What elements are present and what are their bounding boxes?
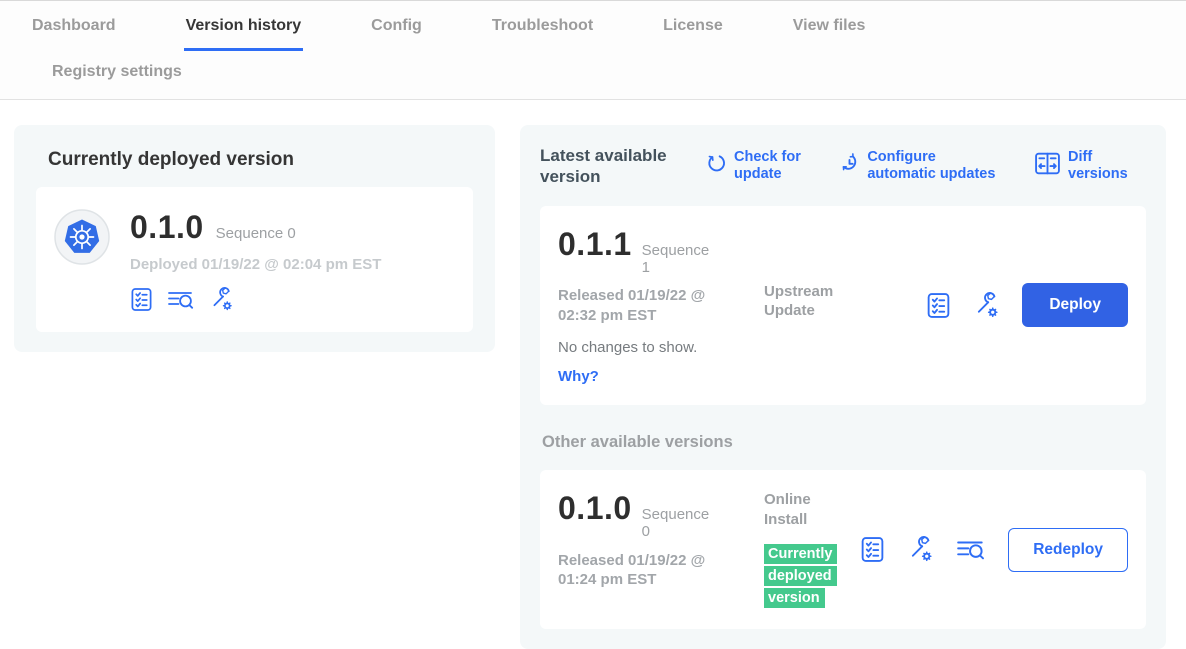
- latest-version-controls: Deploy: [926, 283, 1128, 327]
- available-versions-panel: Latest available version Check for updat…: [520, 125, 1166, 649]
- latest-version-source: Upstream Update: [764, 226, 856, 321]
- checklist-icon[interactable]: [860, 536, 885, 563]
- auto-update-icon: [839, 153, 860, 179]
- checklist-icon[interactable]: [926, 292, 951, 319]
- tab-dashboard[interactable]: Dashboard: [30, 15, 118, 51]
- diff-icon: [1034, 151, 1061, 181]
- latest-released-timestamp: Released 01/19/22 @ 02:32 pm EST: [558, 286, 730, 325]
- currently-deployed-info: 0.1.0 Sequence 0 Deployed 01/19/22 @ 02:…: [130, 209, 381, 312]
- kubernetes-logo-icon: [54, 209, 110, 265]
- no-changes-text: No changes to show.: [558, 339, 758, 356]
- tab-registry-settings[interactable]: Registry settings: [52, 63, 182, 80]
- version-actions: Check for update Configure automatic upd…: [706, 149, 1146, 184]
- latest-version-number: 0.1.1: [558, 226, 632, 263]
- latest-sequence-label: Sequence 1: [642, 242, 712, 277]
- nav-row-1: Dashboard Version history Config Trouble…: [0, 15, 1186, 51]
- tab-troubleshoot[interactable]: Troubleshoot: [490, 15, 595, 51]
- latest-version-info: 0.1.1 Sequence 1 Released 01/19/22 @ 02:…: [558, 226, 758, 386]
- deployed-version-number: 0.1.0: [130, 209, 204, 246]
- wrench-gear-icon[interactable]: [209, 287, 234, 312]
- currently-deployed-badge: Currently deployed version: [764, 544, 837, 608]
- diff-versions-label: Diff versions: [1068, 149, 1144, 184]
- refresh-icon: [706, 153, 727, 179]
- why-link[interactable]: Why?: [558, 368, 758, 385]
- deployed-timestamp: Deployed 01/19/22 @ 02:04 pm EST: [130, 256, 381, 273]
- main-nav: Dashboard Version history Config Trouble…: [0, 0, 1186, 100]
- redeploy-button[interactable]: Redeploy: [1008, 528, 1128, 572]
- tab-license[interactable]: License: [661, 15, 725, 51]
- wrench-gear-icon[interactable]: [907, 536, 934, 563]
- other-version-card: 0.1.0 Sequence 0 Released 01/19/22 @ 01:…: [540, 470, 1146, 629]
- deployed-sequence-label: Sequence 0: [216, 225, 296, 242]
- file-search-icon[interactable]: [167, 288, 195, 312]
- tab-view-files[interactable]: View files: [791, 15, 868, 51]
- other-released-timestamp: Released 01/19/22 @ 01:24 pm EST: [558, 551, 730, 590]
- checklist-icon[interactable]: [130, 287, 153, 312]
- currently-deployed-title: Currently deployed version: [48, 149, 461, 171]
- check-for-update-link[interactable]: Check for update: [706, 149, 805, 184]
- currently-deployed-badge-wrap: Currently deployed version: [764, 543, 848, 609]
- tab-config[interactable]: Config: [369, 15, 424, 51]
- diff-versions-link[interactable]: Diff versions: [1034, 149, 1144, 184]
- check-for-update-label: Check for update: [734, 149, 805, 184]
- tab-version-history[interactable]: Version history: [184, 15, 304, 51]
- other-version-info: 0.1.0 Sequence 0 Released 01/19/22 @ 01:…: [558, 490, 758, 590]
- configure-automatic-updates-label: Configure automatic updates: [867, 149, 1000, 184]
- deploy-button[interactable]: Deploy: [1022, 283, 1128, 327]
- latest-available-header: Latest available version Check for updat…: [540, 145, 1146, 188]
- latest-available-title: Latest available version: [540, 145, 682, 188]
- currently-deployed-panel: Currently deployed version 0.1.0 Sequenc…: [14, 125, 495, 352]
- other-versions-heading: Other available versions: [542, 433, 1146, 452]
- wrench-gear-icon[interactable]: [973, 292, 1000, 319]
- other-version-source: Online Install: [764, 490, 856, 529]
- other-version-controls: Redeploy: [860, 528, 1128, 572]
- other-version-number: 0.1.0: [558, 490, 632, 527]
- other-version-source-col: Online Install Currently deployed versio…: [764, 490, 856, 609]
- configure-automatic-updates-link[interactable]: Configure automatic updates: [839, 149, 1000, 184]
- main-content: Currently deployed version 0.1.0 Sequenc…: [0, 100, 1186, 649]
- latest-version-card: 0.1.1 Sequence 1 Released 01/19/22 @ 02:…: [540, 206, 1146, 406]
- currently-deployed-card: 0.1.0 Sequence 0 Deployed 01/19/22 @ 02:…: [36, 187, 473, 332]
- nav-row-2: Registry settings: [0, 51, 1186, 99]
- other-sequence-label: Sequence 0: [642, 506, 712, 541]
- file-search-icon[interactable]: [956, 537, 986, 563]
